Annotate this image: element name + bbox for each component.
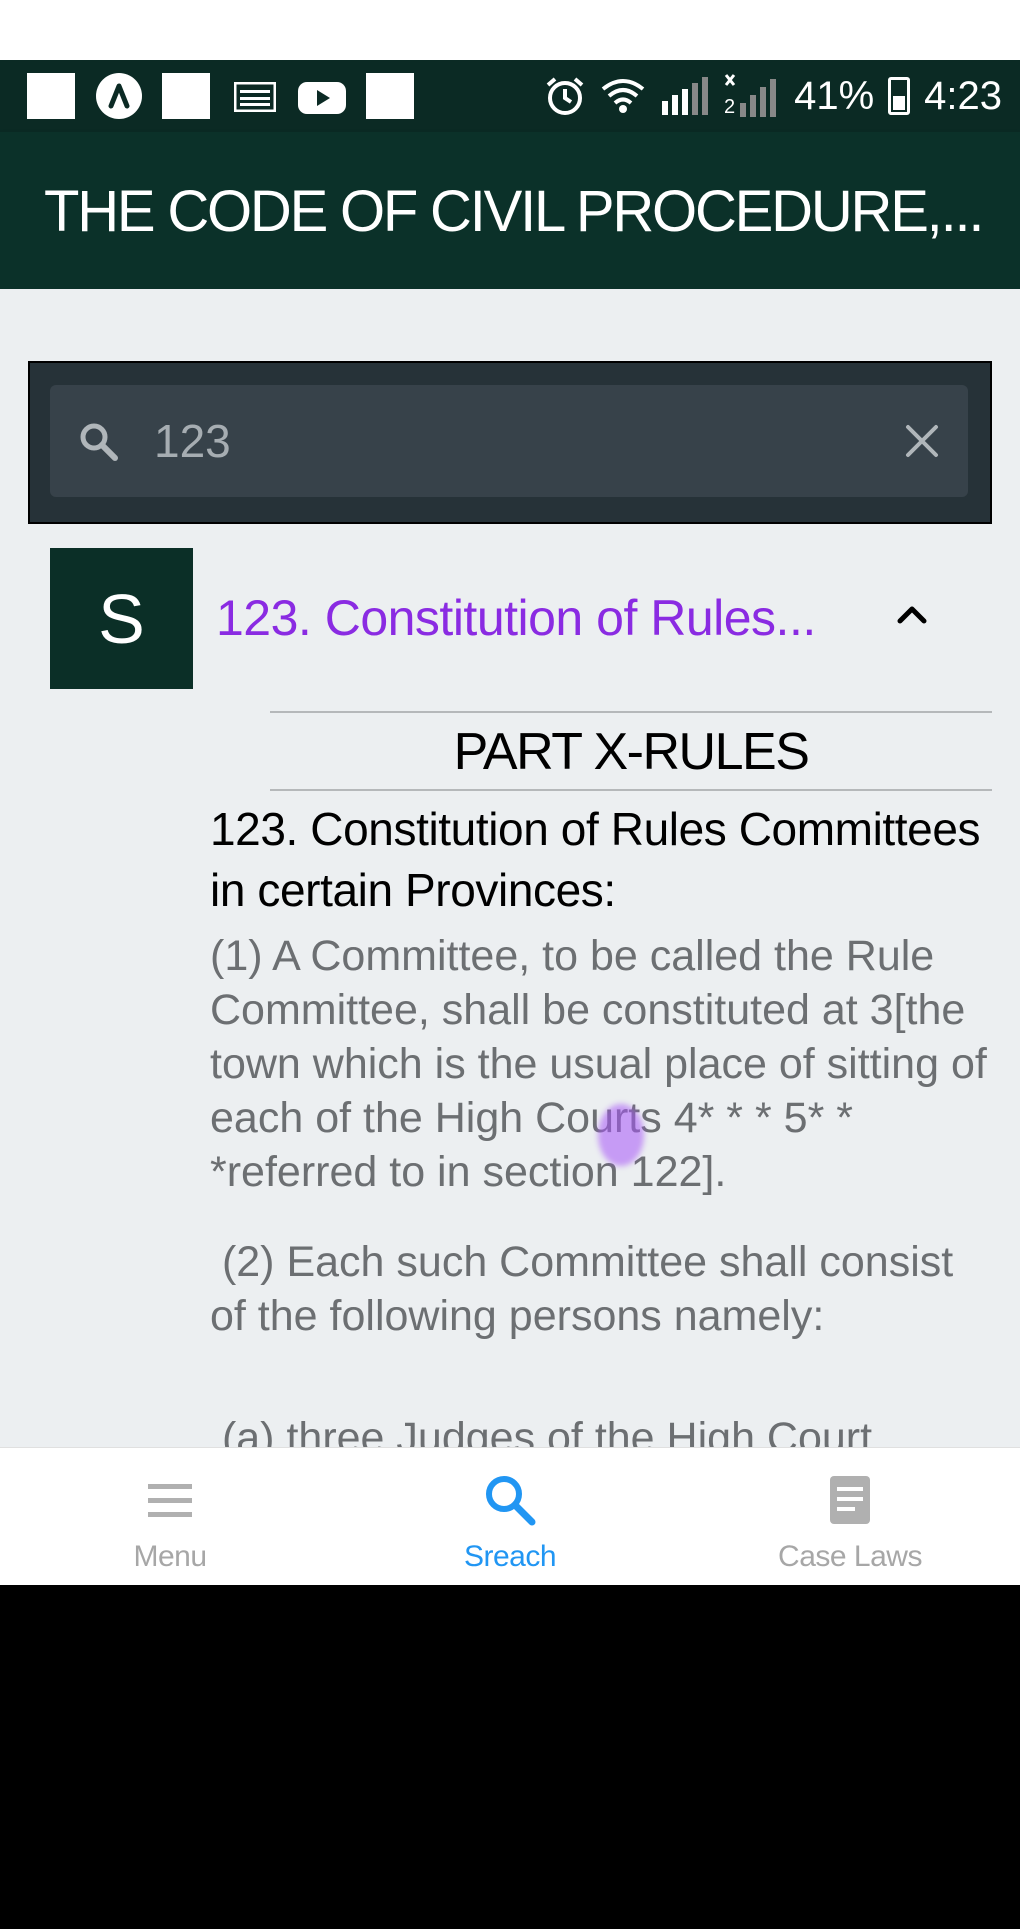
status-bar: 2 41% 4:23 [0,60,1020,132]
battery-percent: 41% [794,73,875,118]
app-square-icon [27,73,75,119]
battery-icon [888,77,911,115]
page-title: THE CODE OF CIVIL PROCEDURE,... [44,179,985,244]
youtube-icon [298,82,346,128]
nav-case-laws[interactable]: Case Laws [680,1448,1020,1586]
status-right: 2 41% 4:23 [544,60,1002,132]
svg-text:2: 2 [724,96,735,118]
paragraph-2: (2) Each such Committee shall consist of… [210,1238,966,1340]
search-input[interactable] [154,407,834,475]
nav-label-case-laws: Case Laws [778,1540,922,1573]
nav-label-menu: Menu [133,1540,207,1573]
search-icon [486,1476,536,1526]
search-icon [80,423,118,461]
search-card [28,361,992,524]
touch-indicator [598,1104,644,1166]
menu-icon [148,1484,192,1517]
top-white-band [0,0,1020,60]
close-icon[interactable] [904,423,940,459]
main-content[interactable]: S 123. Constitution of Rules... PART X-R… [0,289,1020,1447]
nav-label-search: Sreach [463,1540,557,1573]
result-title[interactable]: 123. Constitution of Rules... [216,589,816,647]
chevron-up-icon[interactable] [890,599,934,629]
nav-search[interactable]: Sreach [340,1448,680,1586]
nav-menu[interactable]: Menu [0,1448,340,1586]
section-badge: S [50,548,193,689]
wifi-icon [601,79,645,113]
divider [270,789,992,791]
image-icon [233,81,277,128]
app-square-icon [162,73,210,119]
divider [270,711,992,713]
clock: 4:23 [924,73,1002,118]
airbnb-icon [96,73,142,119]
signal-x-icon: 2 [724,74,777,118]
document-icon [830,1476,870,1524]
search-field[interactable] [50,385,968,497]
app-square-icon [366,73,414,119]
empty-black-area [0,1585,1020,1929]
paragraph-3: (a) three Judges of the High Court [210,1414,873,1447]
alarm-icon [546,77,584,115]
bottom-navigation: Menu Sreach Case Laws [0,1447,1020,1589]
section-heading: 123. Constitution of Rules Committees in… [210,803,981,916]
signal-icon [662,77,709,115]
app-toolbar: THE CODE OF CIVIL PROCEDURE,... [0,132,1020,289]
part-heading: PART X-RULES [453,723,810,781]
